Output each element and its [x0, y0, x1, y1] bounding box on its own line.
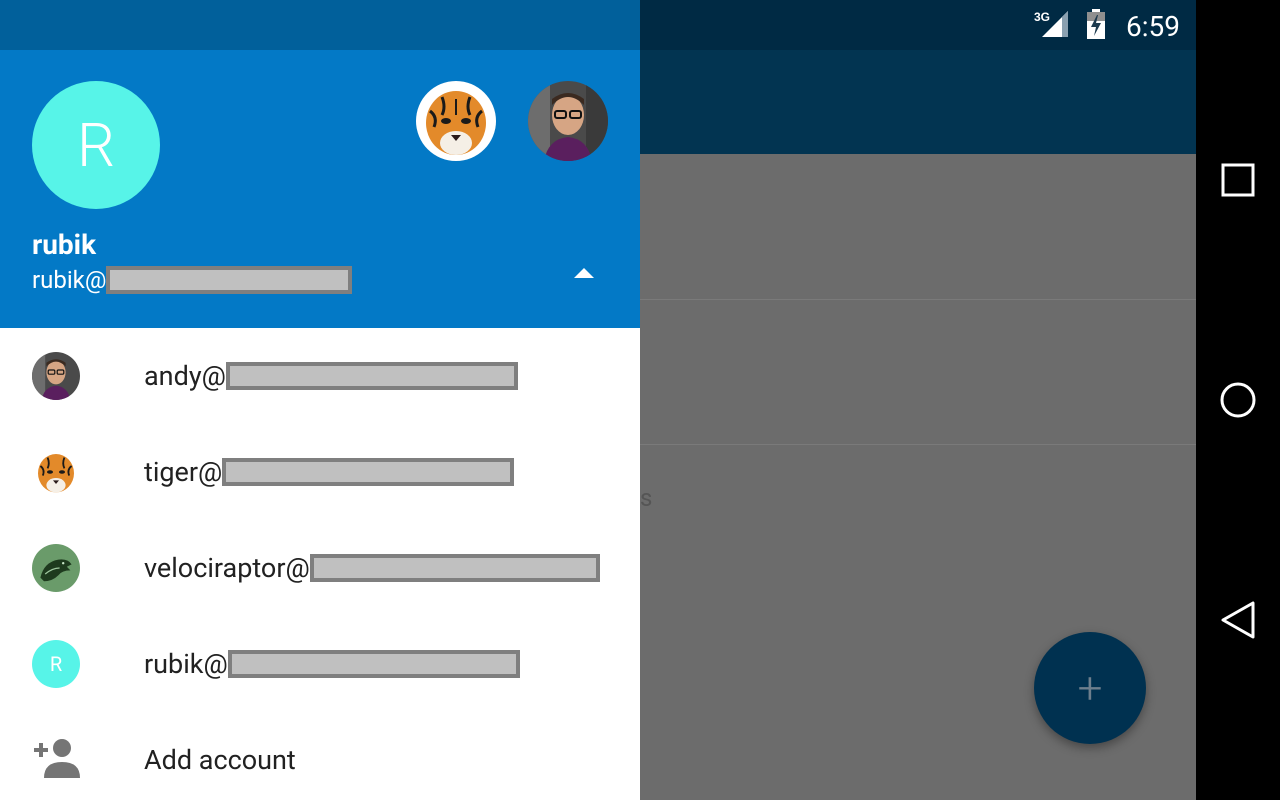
- network-type-label: 3G: [1034, 10, 1050, 24]
- drawer-status-bar: [0, 0, 640, 50]
- screen: s + 3G 6:59 R rubik rubik@ andy@ tiger@ …: [0, 0, 1196, 800]
- add-fab-button[interactable]: +: [1034, 632, 1146, 744]
- account-email: andy@: [144, 360, 518, 392]
- collapse-arrow-icon[interactable]: [574, 268, 594, 278]
- current-account-avatar[interactable]: R: [32, 81, 160, 209]
- redacted-block: [227, 650, 520, 678]
- email-text: andy@: [144, 360, 226, 392]
- redacted-block: [225, 362, 518, 390]
- redacted-block: [106, 266, 353, 294]
- recents-button[interactable]: [1214, 156, 1262, 204]
- velociraptor-photo-icon: [32, 544, 80, 592]
- account-email: rubik@: [144, 648, 520, 680]
- person-photo-icon: [32, 352, 80, 400]
- rubik-avatar: R: [32, 640, 80, 688]
- email-text: rubik@: [32, 266, 107, 294]
- email-text: tiger@: [144, 456, 223, 488]
- velociraptor-avatar: [32, 544, 80, 592]
- email-text: velociraptor@: [144, 552, 310, 584]
- account-header[interactable]: R rubik rubik@: [0, 50, 640, 328]
- current-account-email: rubik@: [32, 266, 353, 294]
- add-person-icon: [32, 734, 80, 782]
- account-row-velociraptor[interactable]: velociraptor@: [0, 520, 640, 616]
- back-icon: [1221, 601, 1255, 639]
- account-email: tiger@: [144, 456, 515, 488]
- redacted-block: [222, 458, 515, 486]
- account-row-andy[interactable]: andy@: [0, 328, 640, 424]
- add-account-row[interactable]: Add account: [0, 712, 640, 800]
- redacted-block: [309, 554, 600, 582]
- navigation-drawer: R rubik rubik@ andy@ tiger@ velociraptor…: [0, 0, 640, 800]
- status-bar-icons: 3G 6:59: [1034, 8, 1180, 44]
- add-account-label: Add account: [144, 744, 296, 776]
- tiger-account-avatar[interactable]: [416, 81, 496, 161]
- home-icon: [1220, 382, 1256, 418]
- navigation-bar: [1196, 0, 1280, 800]
- account-row-tiger[interactable]: tiger@: [0, 424, 640, 520]
- tiger-avatar: [32, 448, 80, 496]
- clock: 6:59: [1126, 9, 1180, 43]
- andy-account-avatar[interactable]: [528, 81, 608, 161]
- recents-icon: [1221, 163, 1255, 197]
- background-divider: [640, 299, 1196, 300]
- email-text: rubik@: [144, 648, 228, 680]
- plus-icon: +: [1077, 662, 1103, 714]
- home-button[interactable]: [1214, 376, 1262, 424]
- account-email: velociraptor@: [144, 552, 600, 584]
- person-photo-icon: [528, 81, 608, 161]
- tiger-photo-icon: [416, 81, 496, 161]
- account-row-rubik[interactable]: R rubik@: [0, 616, 640, 712]
- andy-avatar: [32, 352, 80, 400]
- background-divider: [640, 444, 1196, 445]
- signal-icon: 3G: [1034, 9, 1072, 43]
- background-partial-text: s: [640, 484, 653, 512]
- back-button[interactable]: [1214, 596, 1262, 644]
- current-account-name: rubik: [32, 228, 97, 261]
- battery-icon: [1086, 9, 1106, 43]
- tiger-photo-icon: [32, 448, 80, 496]
- account-list: andy@ tiger@ velociraptor@ R rubik@ Add …: [0, 328, 640, 800]
